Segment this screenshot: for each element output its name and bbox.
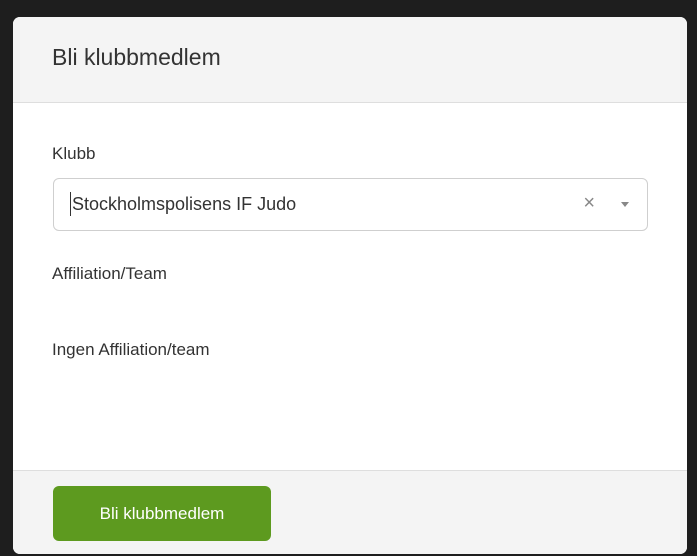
chevron-down-icon[interactable]: [621, 202, 629, 207]
clear-icon[interactable]: ×: [583, 193, 595, 213]
modal-header: Bli klubbmedlem: [13, 17, 687, 103]
text-cursor: [70, 192, 71, 216]
modal-footer: Bli klubbmedlem: [13, 470, 687, 554]
modal-body: Klubb Stockholmspolisens IF Judo × Affil…: [13, 103, 687, 470]
affiliation-label: Affiliation/Team: [52, 264, 167, 283]
modal-title: Bli klubbmedlem: [52, 44, 221, 70]
club-selected-value: Stockholmspolisens IF Judo: [72, 194, 297, 214]
affiliation-value: Ingen Affiliation/team: [52, 340, 210, 359]
club-select[interactable]: Stockholmspolisens IF Judo ×: [53, 178, 648, 231]
join-club-modal: Bli klubbmedlem Klubb Stockholmspolisens…: [13, 17, 687, 554]
join-club-button[interactable]: Bli klubbmedlem: [53, 486, 271, 541]
club-label: Klubb: [52, 144, 96, 163]
